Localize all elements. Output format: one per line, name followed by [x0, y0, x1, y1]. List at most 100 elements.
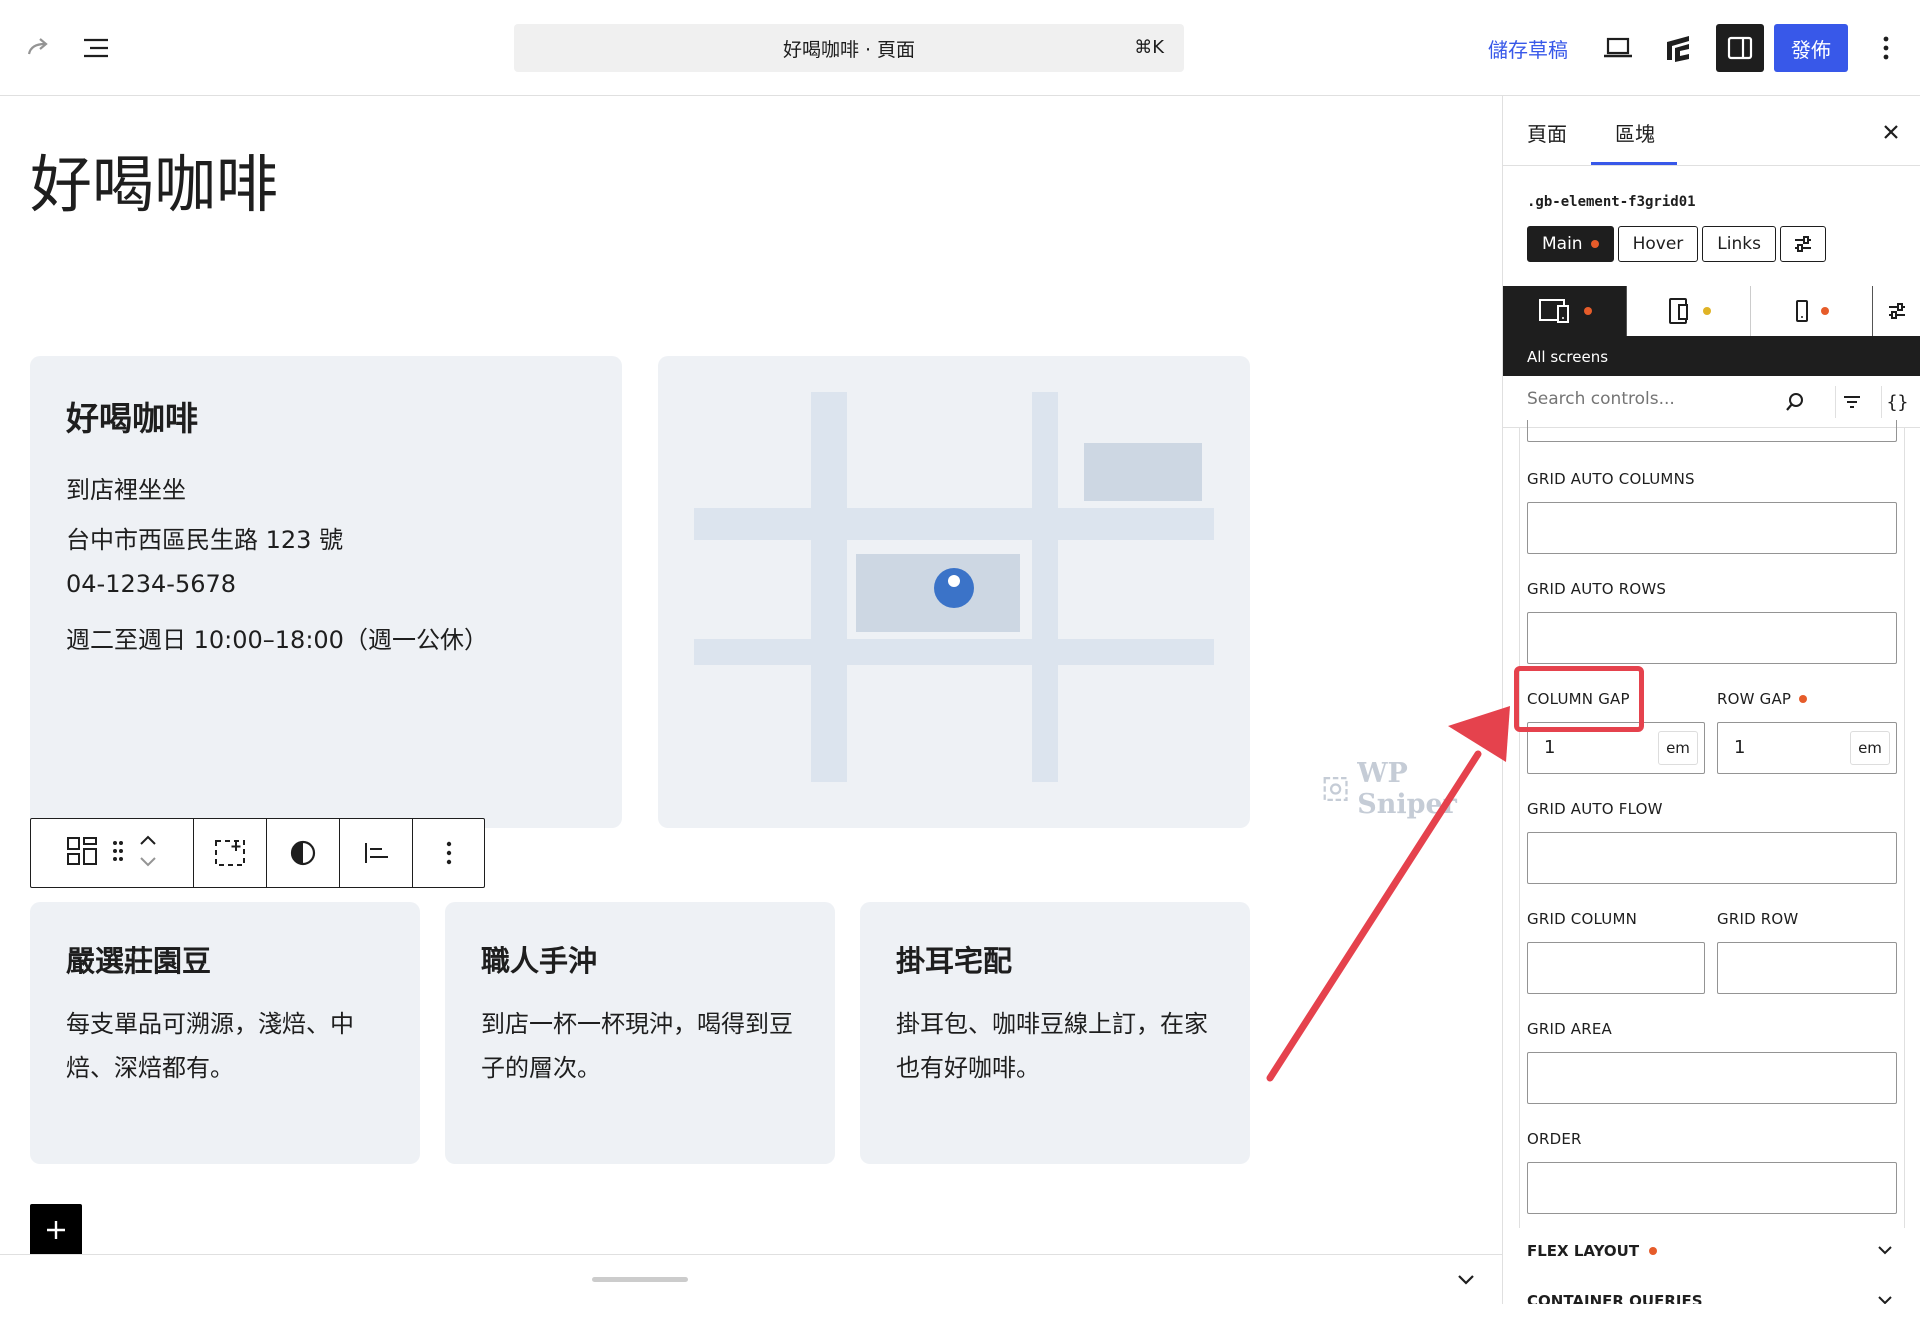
document-overview-icon[interactable] [76, 28, 116, 68]
grid-auto-flow-input[interactable] [1527, 832, 1897, 884]
search-controls-input[interactable] [1527, 389, 1777, 409]
info-card-title[interactable]: 好喝咖啡 [66, 392, 198, 440]
order-label: ORDER [1527, 1130, 1582, 1148]
feature-title[interactable]: 掛耳宅配 [896, 938, 1012, 980]
state-tabs: Main Hover Links [1527, 226, 1826, 262]
modified-indicator-dot [1590, 240, 1599, 248]
info-card-line[interactable]: 到店裡坐坐 [66, 470, 186, 505]
feature-description[interactable]: 掛耳包、咖啡豆線上訂，在家也有好咖啡。 [896, 1002, 1216, 1090]
command-palette-bar[interactable]: 好喝咖啡 · 頁面 ⌘K [514, 24, 1184, 72]
order-input[interactable] [1527, 1162, 1897, 1214]
sliders-icon [1794, 236, 1811, 252]
modified-indicator-dot [1820, 307, 1829, 315]
state-main-label: Main [1542, 234, 1583, 254]
styles-contrast-icon[interactable] [267, 819, 340, 887]
save-draft-button[interactable]: 儲存草稿 [1488, 34, 1568, 63]
info-card-address[interactable]: 台中市西區民生路 123 號 [66, 520, 343, 555]
page-title[interactable]: 好喝咖啡 [30, 134, 278, 224]
map-pin-icon [934, 568, 974, 608]
generateblocks-logo-icon[interactable] [1658, 28, 1698, 68]
state-links-button[interactable]: Links [1702, 226, 1776, 262]
column-gap-value: 1 [1544, 737, 1556, 758]
device-settings-icon[interactable] [1873, 286, 1920, 336]
block-options-icon[interactable] [413, 819, 484, 887]
tab-block[interactable]: 區塊 [1615, 118, 1655, 147]
filter-icon[interactable] [1835, 386, 1867, 418]
flex-layout-section[interactable]: FLEX LAYOUT [1527, 1242, 1658, 1260]
info-card[interactable]: 好喝咖啡 到店裡坐坐 台中市西區民生路 123 號 04-1234-5678 週… [30, 356, 622, 828]
grid-auto-rows-input[interactable] [1527, 612, 1897, 664]
chevron-down-icon[interactable] [1873, 1288, 1897, 1304]
block-toolbar [30, 818, 485, 888]
publish-button[interactable]: 發佈 [1774, 24, 1848, 72]
state-hover-button[interactable]: Hover [1617, 226, 1699, 262]
feature-title[interactable]: 職人手沖 [481, 938, 597, 980]
add-block-button[interactable] [30, 1204, 82, 1256]
chevron-down-icon[interactable] [1873, 1238, 1897, 1262]
grid-block-icon[interactable] [66, 836, 98, 870]
grid-auto-columns-input[interactable] [1527, 502, 1897, 554]
css-selector-label: .gb-element-f3grid01 [1527, 194, 1696, 210]
grid-column-input[interactable] [1527, 942, 1705, 994]
grid-area-input[interactable] [1527, 1052, 1897, 1104]
device-switcher: All screens [1503, 286, 1920, 376]
feature-card[interactable]: 嚴選莊園豆 每支單品可溯源，淺焙、中焙、深焙都有。 [30, 902, 420, 1164]
redo-icon[interactable] [20, 28, 60, 68]
grid-row-input[interactable] [1717, 942, 1897, 994]
tablet-icon [1668, 298, 1688, 324]
flex-layout-label: FLEX LAYOUT [1527, 1242, 1640, 1260]
device-tablet-tab[interactable] [1627, 286, 1751, 336]
select-parent-icon[interactable] [194, 819, 267, 887]
info-card-hours[interactable]: 週二至週日 10:00–18:00（週一公休） [66, 620, 488, 655]
editor-bottom-bar [0, 1254, 1502, 1304]
column-gap-unit-select[interactable]: em [1658, 731, 1698, 765]
plus-icon [47, 1221, 65, 1239]
map-illustration [694, 392, 1214, 782]
state-settings-button[interactable] [1779, 226, 1826, 262]
grid-auto-columns-label: GRID AUTO COLUMNS [1527, 470, 1695, 488]
settings-sidebar-toggle-icon[interactable] [1716, 24, 1764, 72]
tab-page[interactable]: 頁面 [1527, 118, 1567, 147]
feature-title[interactable]: 嚴選莊園豆 [66, 938, 211, 980]
container-queries-label: CONTAINER QUERIES [1527, 1292, 1703, 1304]
watermark: WP Sniper [1322, 758, 1502, 820]
code-icon[interactable]: {} [1881, 386, 1913, 418]
editor-top-bar: 好喝咖啡 · 頁面 ⌘K 儲存草稿 發佈 [0, 0, 1920, 96]
move-up-down-icon[interactable] [138, 832, 158, 874]
modified-indicator-dot [1583, 307, 1592, 315]
grid-auto-flow-label: GRID AUTO FLOW [1527, 800, 1663, 818]
sidebar-tabs: 頁面 區塊 [1503, 96, 1920, 166]
feature-card[interactable]: 職人手沖 到店一杯一杯現沖，喝得到豆子的層次。 [445, 902, 835, 1164]
watermark-text: WP Sniper [1357, 758, 1457, 820]
container-queries-section[interactable]: CONTAINER QUERIES [1527, 1292, 1703, 1304]
chevron-down-icon[interactable] [1448, 1265, 1484, 1295]
grid-auto-rows-label: GRID AUTO ROWS [1527, 580, 1667, 598]
close-icon[interactable] [1875, 116, 1907, 148]
row-gap-value: 1 [1734, 737, 1746, 758]
state-main-button[interactable]: Main [1527, 226, 1614, 262]
modified-indicator-dot [1799, 695, 1808, 703]
textarea-field[interactable] [1527, 420, 1897, 442]
drag-handle-icon[interactable] [112, 840, 124, 866]
device-mobile-tab[interactable] [1751, 286, 1873, 336]
align-left-icon[interactable] [340, 819, 413, 887]
preview-desktop-icon[interactable] [1598, 28, 1638, 68]
block-type-group [31, 819, 194, 887]
document-title: 好喝咖啡 · 頁面 [782, 38, 916, 61]
row-gap-unit-select[interactable]: em [1850, 731, 1890, 765]
info-card-phone[interactable]: 04-1234-5678 [66, 570, 236, 598]
feature-description[interactable]: 每支單品可溯源，淺焙、中焙、深焙都有。 [66, 1002, 386, 1090]
device-all-screens-tab[interactable] [1503, 286, 1627, 336]
feature-card[interactable]: 掛耳宅配 掛耳包、咖啡豆線上訂，在家也有好咖啡。 [860, 902, 1250, 1164]
resize-handle[interactable] [592, 1277, 688, 1282]
all-screens-icon [1538, 299, 1569, 323]
watermark-logo-icon [1323, 776, 1348, 802]
row-gap-input[interactable]: 1 em [1717, 722, 1897, 774]
map-card[interactable] [658, 356, 1250, 828]
search-icon[interactable] [1779, 386, 1811, 418]
grid-column-label: GRID COLUMN [1527, 910, 1638, 928]
command-shortcut: ⌘K [1134, 37, 1164, 58]
more-options-icon[interactable] [1866, 28, 1906, 68]
feature-description[interactable]: 到店一杯一杯現沖，喝得到豆子的層次。 [481, 1002, 801, 1090]
editor-canvas: 好喝咖啡 好喝咖啡 到店裡坐坐 台中市西區民生路 123 號 04-1234-5… [0, 96, 1502, 1256]
